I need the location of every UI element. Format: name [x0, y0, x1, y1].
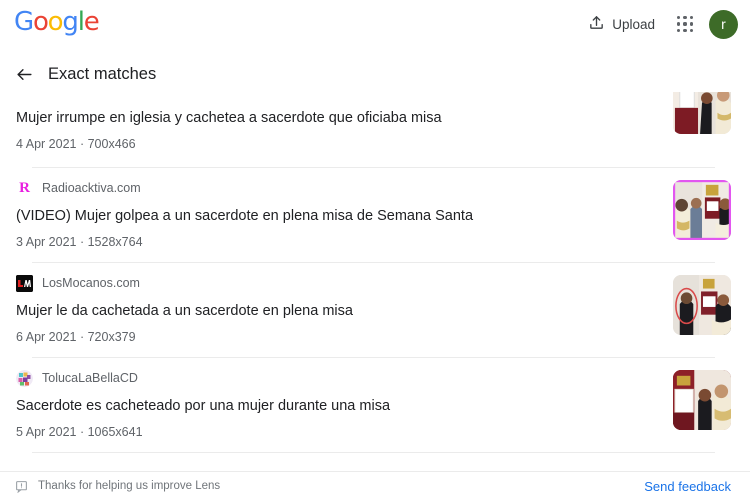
result-meta: 4 Apr 2021 · 700x466 [16, 137, 734, 151]
source-favicon [16, 274, 33, 292]
result-dimensions: 1065x641 [87, 425, 143, 439]
result-meta: 6 Apr 2021 · 720x379 [16, 330, 734, 344]
result-row-inner: R Radioacktiva.com (VIDEO) Mujer golpea … [16, 168, 734, 263]
result-row-inner: Mujer irrumpe en iglesia y cachetea a sa… [16, 92, 734, 168]
send-feedback-link[interactable]: Send feedback [644, 479, 731, 494]
result-row[interactable]: TolucaLaBellaCD Sacerdote es cacheteado … [0, 358, 750, 453]
header-actions: Upload r [582, 0, 738, 48]
source-favicon [16, 369, 33, 387]
result-source[interactable]: TolucaLaBellaCD [16, 368, 734, 388]
result-row-inner: TolucaLaBellaCD Sacerdote es cacheteado … [16, 358, 734, 453]
result-date: 3 Apr 2021 [16, 235, 77, 249]
source-name: LosMocanos.com [42, 276, 140, 290]
footer-bar: Thanks for helping us improve Lens Send … [0, 472, 750, 500]
result-meta: 3 Apr 2021 · 1528x764 [16, 235, 734, 249]
google-logo[interactable]: Google [14, 9, 100, 35]
meta-separator: · [79, 137, 85, 151]
upload-button[interactable]: Upload [582, 8, 661, 40]
result-row-inner: LosMocanos.com Mujer le da cachetada a u… [16, 263, 734, 358]
back-arrow-icon[interactable] [12, 62, 36, 86]
result-date: 6 Apr 2021 [16, 330, 77, 344]
result-date: 5 Apr 2021 [16, 425, 77, 439]
result-row[interactable]: LosMocanos.com Mujer le da cachetada a u… [0, 263, 750, 358]
meta-separator: · [79, 235, 85, 249]
source-favicon: R [16, 179, 33, 197]
result-thumbnail[interactable] [673, 275, 731, 335]
upload-label: Upload [612, 16, 655, 32]
result-thumbnail[interactable] [673, 92, 731, 134]
page-title: Exact matches [48, 64, 157, 83]
result-title[interactable]: Mujer irrumpe en iglesia y cachetea a sa… [16, 108, 646, 128]
result-thumbnail[interactable] [673, 370, 731, 430]
result-title[interactable]: Mujer le da cachetada a un sacerdote en … [16, 301, 646, 321]
source-name: TolucaLaBellaCD [42, 371, 138, 385]
result-source[interactable]: LosMocanos.com [16, 273, 734, 293]
result-title[interactable]: (VIDEO) Mujer golpea a un sacerdote en p… [16, 206, 646, 226]
result-meta: 5 Apr 2021 · 1065x641 [16, 425, 734, 439]
result-dimensions: 700x466 [87, 137, 136, 151]
meta-separator: · [79, 425, 85, 439]
result-row[interactable]: Mujer irrumpe en iglesia y cachetea a sa… [0, 92, 750, 168]
result-row[interactable]: R Radioacktiva.com (VIDEO) Mujer golpea … [0, 168, 750, 263]
source-name: Radioacktiva.com [42, 181, 141, 195]
result-dimensions: 720x379 [87, 330, 136, 344]
meta-separator: · [79, 330, 85, 344]
apps-grid-icon[interactable] [675, 14, 695, 34]
upload-icon [588, 14, 605, 34]
row-divider [32, 452, 715, 453]
result-dimensions: 1528x764 [87, 235, 143, 249]
feedback-icon [14, 479, 28, 493]
lens-exact-matches-page: Google Upload r Exact matches Mujer irru… [0, 0, 750, 500]
result-source[interactable]: R Radioacktiva.com [16, 178, 734, 198]
results-list[interactable]: Mujer irrumpe en iglesia y cachetea a sa… [0, 92, 750, 471]
top-header-bar: Google Upload r [0, 0, 750, 48]
result-date: 4 Apr 2021 [16, 137, 77, 151]
result-title[interactable]: Sacerdote es cacheteado por una mujer du… [16, 396, 646, 416]
feedback-thanks-text: Thanks for helping us improve Lens [38, 480, 221, 492]
subheader: Exact matches [0, 56, 750, 92]
result-thumbnail[interactable] [673, 180, 731, 240]
avatar[interactable]: r [709, 9, 738, 39]
